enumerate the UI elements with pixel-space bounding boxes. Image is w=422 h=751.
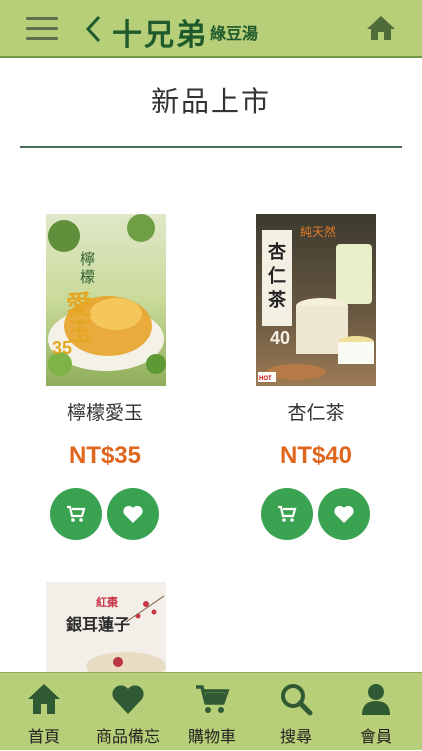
svg-text:茶: 茶 xyxy=(268,289,287,311)
nav-item-member[interactable]: 會員 xyxy=(334,673,418,751)
nav-item-cart[interactable]: 購物車 xyxy=(170,673,254,751)
nav-item-search[interactable]: 搜尋 xyxy=(254,673,338,751)
add-to-favorites-button[interactable] xyxy=(107,488,159,540)
brand-logo[interactable]: 十兄弟 綠豆湯 xyxy=(112,10,259,53)
svg-text:檬: 檬 xyxy=(80,268,95,286)
svg-text:仁: 仁 xyxy=(268,265,286,287)
product-name[interactable]: 杏仁茶 xyxy=(216,398,416,425)
heart-icon xyxy=(123,505,143,523)
brand-name: 十兄弟 xyxy=(112,18,208,53)
product-image-almond-tea[interactable]: 杏 仁 茶 純天然 40 HOT xyxy=(256,214,376,386)
product-image-lotus-seed[interactable]: 紅棗 銀耳蓮子 xyxy=(46,582,166,672)
home-icon[interactable] xyxy=(366,14,396,42)
svg-text:檸: 檸 xyxy=(80,250,95,268)
app-header: 十兄弟 綠豆湯 xyxy=(0,0,422,58)
cart-icon xyxy=(67,505,86,522)
search-icon xyxy=(281,684,313,716)
heart-icon xyxy=(334,505,354,523)
page-title: 新品上市 xyxy=(150,85,271,118)
user-icon xyxy=(362,684,390,715)
add-to-favorites-button[interactable] xyxy=(318,488,370,540)
product-name[interactable]: 檸檬愛玉 xyxy=(5,398,205,425)
menu-icon[interactable] xyxy=(26,15,58,41)
cart-icon xyxy=(196,685,230,713)
add-to-cart-button[interactable] xyxy=(261,488,313,540)
cart-icon xyxy=(278,505,297,522)
svg-text:純天然: 純天然 xyxy=(300,224,336,239)
product-card: 檸 檬 愛 玉 35 檸檬愛玉 NT$35 xyxy=(5,214,205,544)
product-image-lemon-aiyu[interactable]: 檸 檬 愛 玉 35 xyxy=(46,214,166,386)
brand-subtitle: 綠豆湯 xyxy=(210,24,259,43)
svg-text:40: 40 xyxy=(270,328,290,348)
product-card: 杏 仁 茶 純天然 40 HOT 杏仁茶 NT$40 xyxy=(216,214,416,544)
svg-text:紅棗: 紅棗 xyxy=(96,595,119,609)
nav-item-home[interactable]: 首頁 xyxy=(2,673,86,751)
nav-label: 搜尋 xyxy=(279,727,312,746)
svg-text:HOT: HOT xyxy=(259,376,272,382)
svg-text:銀耳蓮子: 銀耳蓮子 xyxy=(66,615,130,634)
svg-text:35: 35 xyxy=(52,338,72,358)
heart-icon xyxy=(112,685,144,714)
nav-label: 購物車 xyxy=(187,727,236,746)
home-icon xyxy=(28,684,60,714)
product-price: NT$35 xyxy=(68,442,142,469)
svg-text:杏: 杏 xyxy=(268,241,286,263)
nav-label: 會員 xyxy=(359,727,392,746)
nav-label: 首頁 xyxy=(27,727,60,746)
back-arrow-icon[interactable] xyxy=(84,14,104,44)
nav-item-favorites[interactable]: 商品備忘 xyxy=(86,673,170,751)
bottom-nav: 首頁 商品備忘 購物車 搜尋 會員 xyxy=(0,672,422,750)
nav-label: 商品備忘 xyxy=(95,727,160,746)
title-divider xyxy=(20,146,402,148)
add-to-cart-button[interactable] xyxy=(50,488,102,540)
product-price: NT$40 xyxy=(279,442,353,469)
